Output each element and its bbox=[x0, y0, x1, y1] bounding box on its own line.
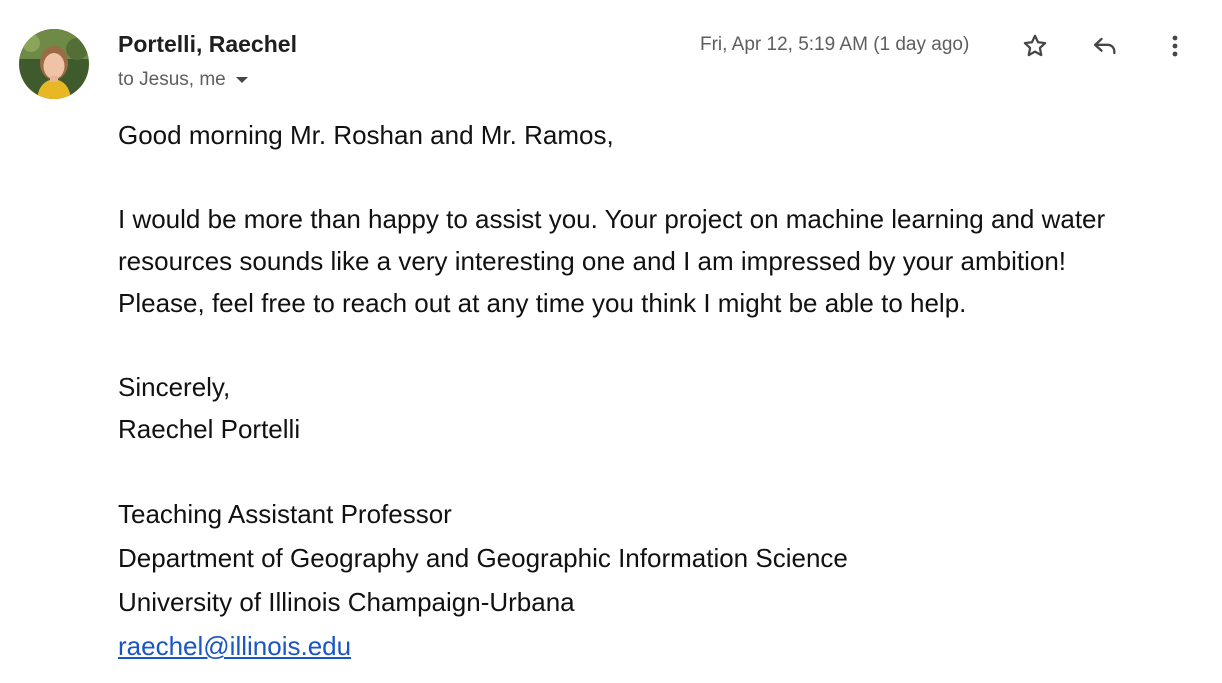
message-body: Good morning Mr. Roshan and Mr. Ramos, I… bbox=[118, 114, 1213, 668]
chevron-down-icon[interactable] bbox=[235, 77, 248, 83]
avatar-photo bbox=[19, 29, 89, 99]
signature-email-link[interactable]: raechel@illinois.edu bbox=[118, 631, 351, 661]
sender-name: Portelli, Raechel bbox=[118, 31, 297, 57]
signature-name: Raechel Portelli bbox=[118, 414, 301, 444]
star-button[interactable] bbox=[1015, 26, 1055, 66]
signature-title: Teaching Assistant Professor bbox=[118, 499, 452, 529]
greeting-line: Good morning Mr. Roshan and Mr. Ramos, bbox=[118, 120, 614, 150]
vertical-dots-icon bbox=[1172, 35, 1178, 57]
more-options-button[interactable] bbox=[1155, 26, 1195, 66]
star-outline-icon bbox=[1023, 34, 1047, 57]
body-line-2: resources sounds like a very interesting… bbox=[118, 246, 1067, 276]
sender-avatar[interactable] bbox=[19, 29, 89, 99]
body-line-1: I would be more than happy to assist you… bbox=[118, 204, 1106, 234]
reply-arrow-icon bbox=[1093, 37, 1116, 55]
message-timestamp: Fri, Apr 12, 5:19 AM (1 day ago) bbox=[700, 34, 970, 55]
recipients-text: to Jesus, me bbox=[118, 69, 226, 90]
signature-university: University of Illinois Champaign-Urbana bbox=[118, 587, 575, 617]
body-line-3: Please, feel free to reach out at any ti… bbox=[118, 288, 967, 318]
reply-button[interactable] bbox=[1085, 26, 1125, 66]
signature-department: Department of Geography and Geographic I… bbox=[118, 543, 848, 573]
closing-line: Sincerely, bbox=[118, 372, 231, 402]
recipients-toggle[interactable]: to Jesus, me bbox=[118, 69, 248, 91]
